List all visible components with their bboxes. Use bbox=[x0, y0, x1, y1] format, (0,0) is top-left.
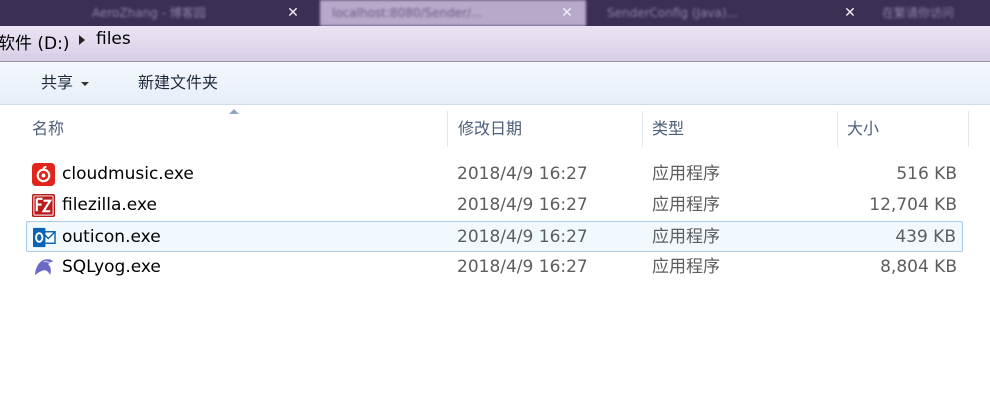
file-size: 516 KB bbox=[896, 164, 957, 184]
file-row[interactable]: outicon.exe 2018/4/9 16:27 应用程序 439 KB bbox=[26, 221, 963, 252]
filezilla-icon bbox=[32, 194, 55, 217]
breadcrumb-folder[interactable]: files bbox=[96, 29, 131, 49]
file-type: 应用程序 bbox=[652, 164, 720, 184]
cloudmusic-icon bbox=[32, 163, 55, 186]
column-divider[interactable] bbox=[837, 111, 838, 147]
new-folder-label: 新建文件夹 bbox=[138, 73, 219, 92]
file-date: 2018/4/9 16:27 bbox=[457, 164, 588, 184]
file-name: cloudmusic.exe bbox=[62, 164, 194, 184]
breadcrumb-chevron-icon[interactable] bbox=[79, 35, 85, 45]
file-name: SQLyog.exe bbox=[62, 257, 161, 277]
browser-tab-active[interactable]: localhost:8080/Sender/... bbox=[320, 0, 586, 26]
command-toolbar: 共享 新建文件夹 bbox=[0, 62, 990, 105]
share-button[interactable]: 共享 bbox=[41, 62, 90, 104]
file-row[interactable]: filezilla.exe 2018/4/9 16:27 应用程序 12,704… bbox=[26, 190, 963, 221]
file-type: 应用程序 bbox=[652, 195, 720, 215]
close-tab-icon[interactable]: ✕ bbox=[837, 0, 863, 26]
file-row[interactable]: SQLyog.exe 2018/4/9 16:27 应用程序 8,804 KB bbox=[26, 252, 963, 283]
file-date: 2018/4/9 16:27 bbox=[457, 195, 588, 215]
breadcrumb-drive[interactable]: 软件 (D:) bbox=[0, 29, 70, 54]
browser-tab[interactable]: 在繁请你访问 bbox=[870, 0, 990, 26]
outlook-icon bbox=[33, 227, 56, 248]
sqlyog-icon bbox=[34, 259, 54, 276]
browser-tab-title: AeroZhang - 博客园 bbox=[92, 6, 206, 20]
browser-tab[interactable]: SenderConfig (Java)... bbox=[595, 0, 855, 26]
browser-tab-title: SenderConfig (Java)... bbox=[607, 6, 739, 20]
file-date: 2018/4/9 16:27 bbox=[457, 227, 588, 247]
close-tab-icon[interactable]: ✕ bbox=[554, 0, 580, 26]
address-bar-divider bbox=[0, 54, 990, 62]
browser-tab-title: localhost:8080/Sender/... bbox=[332, 6, 483, 20]
file-date: 2018/4/9 16:27 bbox=[457, 257, 588, 277]
file-size: 12,704 KB bbox=[869, 195, 957, 215]
browser-tab-title: 在繁请你访问 bbox=[882, 6, 955, 20]
browser-tab-strip: AeroZhang - 博客园 ✕ localhost:8080/Sender/… bbox=[0, 0, 990, 26]
share-button-label: 共享 bbox=[41, 73, 74, 92]
close-tab-icon[interactable]: ✕ bbox=[280, 0, 306, 26]
sort-ascending-icon bbox=[229, 109, 239, 114]
file-size: 8,804 KB bbox=[880, 257, 957, 277]
chevron-down-icon bbox=[81, 81, 90, 86]
address-bar[interactable]: 软件 (D:) files bbox=[0, 26, 990, 55]
new-folder-button[interactable]: 新建文件夹 bbox=[138, 62, 218, 104]
column-divider[interactable] bbox=[447, 111, 448, 147]
column-header-name[interactable]: 名称 bbox=[32, 105, 64, 147]
column-header-date[interactable]: 修改日期 bbox=[458, 105, 522, 147]
file-row[interactable]: cloudmusic.exe 2018/4/9 16:27 应用程序 516 K… bbox=[26, 159, 963, 190]
column-header-row: 名称 修改日期 类型 大小 bbox=[0, 105, 990, 149]
column-divider[interactable] bbox=[968, 111, 969, 147]
column-header-type[interactable]: 类型 bbox=[652, 105, 684, 147]
column-header-size[interactable]: 大小 bbox=[847, 105, 879, 147]
file-type: 应用程序 bbox=[652, 227, 720, 247]
column-divider[interactable] bbox=[642, 111, 643, 147]
file-name: outicon.exe bbox=[62, 227, 161, 247]
file-size: 439 KB bbox=[895, 227, 956, 247]
browser-tab[interactable]: AeroZhang - 博客园 bbox=[80, 0, 300, 26]
file-type: 应用程序 bbox=[652, 257, 720, 277]
file-name: filezilla.exe bbox=[62, 195, 157, 215]
